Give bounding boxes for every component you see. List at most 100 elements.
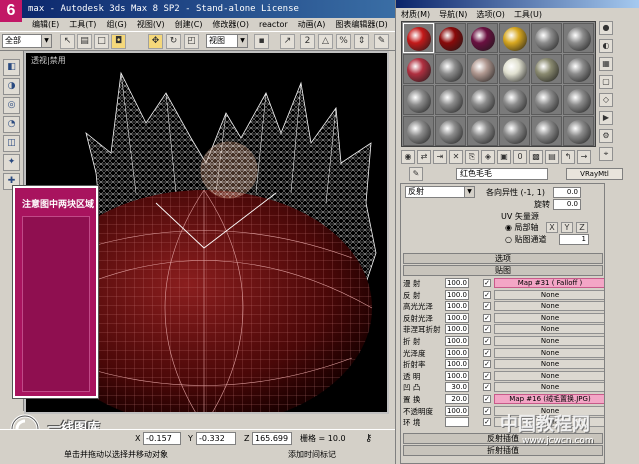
sample-slot[interactable] [435,54,466,84]
sample-slot[interactable] [435,23,466,53]
map-slot-button[interactable]: None [494,347,604,358]
reset-map-icon[interactable]: ✕ [449,150,463,164]
map-enable-checkbox[interactable]: ✓ [483,348,491,357]
motion-panel-icon[interactable]: ◔ [3,116,20,133]
map-enable-checkbox[interactable]: ✓ [483,290,491,299]
show-end-result-icon[interactable]: ▤ [545,150,559,164]
make-copy-icon[interactable]: ⎘ [465,150,479,164]
sample-slot[interactable] [403,54,434,84]
sample-slot[interactable] [563,23,594,53]
viewport-label[interactable]: 透视|禁用 [31,55,66,66]
select-by-material-icon[interactable]: ⌖ [599,147,613,161]
sample-slot[interactable] [467,85,498,115]
sample-slot[interactable] [403,116,434,146]
sample-slot[interactable] [403,85,434,115]
material-type-button[interactable]: VRayMtl [566,168,623,180]
rollout-refract-interp[interactable]: 折射插值 [403,445,603,456]
map-enable-checkbox[interactable]: ✓ [483,383,491,392]
sample-slot[interactable] [467,54,498,84]
create-panel-icon[interactable]: ◧ [3,59,20,76]
axis-y-button[interactable]: Y [561,222,573,233]
options-icon[interactable]: ⚙ [599,129,613,143]
map-amount-field[interactable]: 100.0 [445,359,469,370]
sample-slot[interactable] [531,85,562,115]
go-to-parent-icon[interactable]: ↰ [561,150,575,164]
get-material-icon[interactable]: ◉ [401,150,415,164]
map-amount-field[interactable]: 100.0 [445,336,469,346]
axis-z-button[interactable]: Z [576,222,588,233]
go-forward-sibling-icon[interactable]: → [577,150,591,164]
window-crossing-icon[interactable]: ◘ [111,34,126,49]
menu-item[interactable]: 工具(T) [69,18,96,31]
anisotropy-spinner[interactable]: 0.0 [553,187,581,198]
display-panel-icon[interactable]: ◫ [3,135,20,152]
axis-x-button[interactable]: X [546,222,558,233]
key-icon[interactable]: ⚷ [365,433,372,445]
sample-slot[interactable] [499,54,530,84]
sample-slot[interactable] [531,23,562,53]
sample-slot[interactable] [499,116,530,146]
spinner-snap-icon[interactable]: ⇕ [354,34,369,49]
sample-slot[interactable] [435,116,466,146]
sample-slot[interactable] [467,23,498,53]
sample-slot[interactable] [435,85,466,115]
map-amount-field[interactable]: 100.0 [445,312,469,323]
map-amount-field[interactable]: 100.0 [445,405,469,416]
selection-filter-dropdown[interactable]: 全部 ▼ [2,34,52,48]
pivot-icon[interactable]: ▪ [254,34,269,49]
rotation-spinner[interactable]: 0.0 [553,199,581,210]
uv-tiling-icon[interactable]: ▢ [599,75,613,89]
menu-item[interactable]: 图表编辑器(D) [335,18,387,31]
local-axis-radio[interactable]: ◉ 局部轴 [505,222,539,233]
named-selection-icon[interactable]: ✎ [374,34,389,49]
sample-slot[interactable] [563,54,594,84]
select-rotate-icon[interactable]: ↻ [166,34,181,49]
sample-type-icon[interactable]: ● [599,21,613,35]
sample-slot[interactable] [563,85,594,115]
mat-menu-item[interactable]: 导航(N) [439,8,467,21]
map-slot-button[interactable]: None [494,382,604,393]
sample-slot[interactable] [499,85,530,115]
snap-toggle-icon[interactable]: 2 [300,34,315,49]
map-enable-checkbox[interactable]: ✓ [483,279,491,287]
map-enable-checkbox[interactable]: ✓ [483,395,491,403]
material-name-field[interactable]: 红色毛毛 [456,168,548,180]
select-move-icon[interactable]: ✥ [148,34,163,49]
menu-item[interactable]: 创建(C) [175,18,203,31]
assign-to-selection-icon[interactable]: ⇥ [433,150,447,164]
make-unique-icon[interactable]: ◈ [481,150,495,164]
map-enable-checkbox[interactable]: ✓ [483,337,491,345]
map-slot-button[interactable]: None [494,370,604,381]
menu-item[interactable]: 视图(V) [137,18,165,31]
background-icon[interactable]: ▦ [599,57,613,71]
add-time-tag[interactable]: 添加时间标记 [288,449,336,460]
map-enable-checkbox[interactable]: ✓ [483,406,491,415]
map-amount-field[interactable]: 100.0 [445,278,469,288]
map-slot-button[interactable]: None [494,301,604,312]
sample-slot[interactable] [499,23,530,53]
map-enable-checkbox[interactable]: ✓ [483,302,491,311]
y-coord-field[interactable]: -0.332 [196,432,236,445]
map-channel-radio[interactable]: ○ 贴图通道 [505,234,547,245]
put-to-scene-icon[interactable]: ⇄ [417,150,431,164]
ref-coord-dropdown[interactable]: 视图 ▼ [206,34,248,48]
select-scale-icon[interactable]: ◰ [184,34,199,49]
map-slot-button[interactable]: Map #16 (绒毛置换.JPG) [494,394,604,404]
rollout-maps[interactable]: 贴图 [403,265,603,276]
map-amount-field[interactable]: 30.0 [445,382,469,393]
map-slot-button[interactable]: None [494,312,604,323]
sample-slot[interactable] [531,116,562,146]
map-amount-field[interactable]: 100.0 [445,370,469,381]
make-preview-icon[interactable]: ▶ [599,111,613,125]
modify-panel-icon[interactable]: ◑ [3,78,20,95]
map-slot-button[interactable]: Map #31 ( Falloff ) [494,278,604,288]
map-channel-spinner[interactable]: 1 [559,234,589,245]
map-amount-field[interactable]: 100.0 [445,301,469,312]
percent-snap-icon[interactable]: % [336,34,351,49]
pick-material-icon[interactable]: ✎ [409,167,423,181]
sample-slot[interactable] [467,116,498,146]
menu-item[interactable]: 动画(A) [298,18,326,31]
mat-menu-item[interactable]: 工具(U) [514,8,542,21]
x-coord-field[interactable]: -0.157 [143,432,181,445]
map-enable-checkbox[interactable]: ✓ [483,313,491,322]
